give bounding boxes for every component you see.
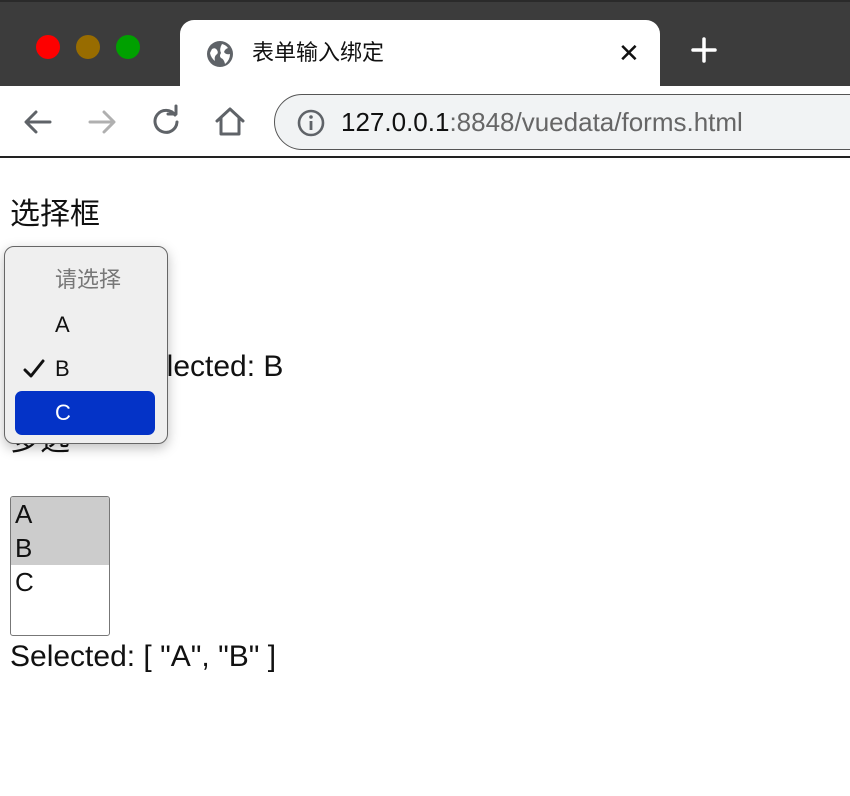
multi-select-listbox[interactable]: A B C (10, 496, 110, 636)
select-dropdown-popup[interactable]: 请选择 A B C (4, 246, 168, 444)
dropdown-option-c[interactable]: C (15, 391, 155, 435)
multi-select-result-text: Selected: [ "A", "B" ] (10, 640, 277, 673)
checkmark-icon (23, 359, 45, 378)
dropdown-placeholder-option: 请选择 (15, 259, 155, 303)
option-label: C (55, 400, 71, 425)
plus-icon[interactable] (690, 36, 718, 64)
select-heading: 选择框 (10, 197, 100, 232)
forward-arrow-icon[interactable] (84, 104, 120, 140)
url-host: 127.0.0.1 (341, 107, 450, 137)
maximize-window-button[interactable] (116, 35, 140, 59)
close-icon[interactable]: ✕ (618, 40, 640, 66)
listbox-option-a[interactable]: A (11, 497, 109, 531)
dropdown-option-b[interactable]: B (15, 347, 155, 391)
select-result-text: elected: B (150, 350, 284, 383)
globe-icon (207, 41, 233, 67)
listbox-option-b[interactable]: B (11, 531, 109, 565)
home-icon[interactable] (212, 104, 248, 140)
minimize-window-button[interactable] (76, 35, 100, 59)
browser-toolbar: 127.0.0.1:8848/vuedata/forms.html (0, 86, 850, 158)
info-icon[interactable] (297, 109, 325, 137)
url-path: :8848/vuedata/forms.html (449, 107, 743, 137)
address-bar[interactable]: 127.0.0.1:8848/vuedata/forms.html (274, 94, 850, 150)
reload-icon[interactable] (148, 104, 184, 140)
option-label: B (55, 356, 70, 381)
dropdown-option-a[interactable]: A (15, 303, 155, 347)
browser-tab[interactable]: 表单输入绑定 ✕ (180, 20, 660, 88)
url-text[interactable]: 127.0.0.1:8848/vuedata/forms.html (341, 107, 743, 137)
tab-strip: 表单输入绑定 ✕ (0, 0, 850, 88)
back-arrow-icon[interactable] (20, 104, 56, 140)
tab-title: 表单输入绑定 (252, 41, 385, 66)
close-window-button[interactable] (36, 35, 60, 59)
listbox-option-c[interactable]: C (11, 565, 109, 599)
placeholder-label: 请选择 (55, 268, 122, 293)
option-label: A (55, 312, 70, 337)
